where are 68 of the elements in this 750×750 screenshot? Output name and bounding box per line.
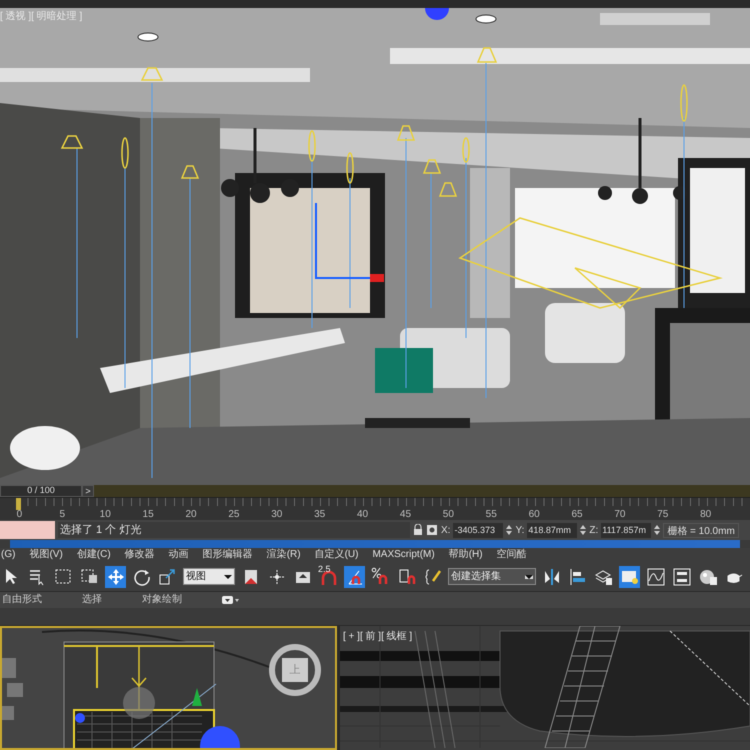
time-slider-track[interactable]: 0 / 100 > — [0, 485, 750, 497]
time-slider-thumb[interactable]: 0 / 100 — [0, 485, 82, 497]
menu-item[interactable]: 图形编辑器 — [202, 550, 253, 560]
frame-number: 60 — [528, 508, 541, 522]
frame-number: 50 — [442, 508, 455, 522]
frame-number: 75 — [656, 508, 670, 522]
lock-icon[interactable] — [413, 524, 423, 536]
spinner-icon[interactable] — [506, 524, 512, 536]
view-dropdown[interactable]: 视图 — [183, 568, 235, 585]
menu-item[interactable]: 创建(C) — [76, 550, 111, 560]
coordinate-label: Z: — [589, 524, 598, 538]
move-icon — [106, 566, 126, 586]
snap-button[interactable]: 2.5 — [318, 566, 339, 588]
frame-number: 5 — [58, 508, 66, 522]
schematic-view-button[interactable] — [671, 566, 692, 588]
frame-number: 20 — [184, 508, 198, 522]
next-frame-button[interactable]: > — [82, 485, 94, 497]
percent-snap-icon — [370, 566, 390, 586]
rectangle-selection-icon — [54, 566, 74, 586]
menu-item[interactable]: 动画 — [168, 550, 189, 560]
menu-item[interactable]: MAXScript(M) — [372, 550, 435, 560]
grid-size-field: 栅格 = 10.0mm — [663, 522, 739, 538]
frame-number: 40 — [356, 508, 370, 522]
spinner-snap-icon — [396, 566, 416, 586]
move-button[interactable] — [105, 566, 126, 588]
coordinate-label: Y: — [515, 524, 524, 538]
ribbon-options-icon[interactable] — [222, 595, 240, 605]
spinner-icon[interactable] — [580, 524, 586, 536]
frame-number: 35 — [313, 508, 326, 522]
status-message: 选择了 1 个 灯光 — [58, 522, 410, 538]
scene-explorer-button[interactable] — [619, 566, 640, 588]
spinner-icon[interactable] — [654, 524, 660, 536]
menu-item[interactable]: 视图(V) — [29, 550, 63, 560]
scale-icon — [158, 566, 178, 586]
curve-editor-button[interactable] — [645, 566, 666, 588]
frame-number: 25 — [227, 508, 240, 522]
schematic-view-icon — [672, 566, 692, 586]
align-icon — [568, 566, 588, 586]
coordinate-field[interactable]: 1117.857m — [601, 522, 652, 538]
ribbon-tab[interactable]: 自由形式 — [2, 595, 42, 605]
frame-number: 70 — [613, 508, 626, 522]
angle-snap-button[interactable] — [344, 566, 365, 588]
frame-number: 10 — [98, 508, 112, 522]
frame-number: 65 — [570, 508, 584, 522]
frame-number: 55 — [484, 508, 498, 522]
menu-item[interactable]: 自定义(U) — [314, 550, 358, 560]
frame-number: 80 — [699, 508, 712, 522]
selection-set-dropdown[interactable]: 创建选择集 — [448, 568, 536, 585]
menu-item[interactable]: 修改器 — [124, 550, 155, 560]
menu-item[interactable]: (G) — [1, 550, 16, 560]
frame-number: 30 — [270, 508, 284, 522]
menu-item[interactable]: 渲染(R) — [266, 550, 301, 560]
menu-item[interactable]: 帮助(H) — [448, 550, 483, 560]
coordinate-field[interactable]: -3405.373 — [453, 522, 504, 538]
ribbon-tab[interactable]: 对象绘制 — [142, 595, 182, 605]
coordinate-label: X: — [441, 524, 450, 538]
front-viewport[interactable]: [ + ][ 前 ][ 线框 ] — [340, 626, 750, 750]
keyframe-marker — [16, 498, 21, 510]
ribbon-tab[interactable]: 选择 — [82, 595, 102, 605]
coordinate-field[interactable]: 418.87mm — [527, 522, 578, 538]
curve-editor-icon — [646, 566, 666, 586]
viewport-label[interactable]: [ + ][ 前 ][ 线框 ] — [343, 629, 412, 644]
frame-number: 45 — [398, 508, 412, 522]
frame-number: 0 — [16, 508, 24, 522]
snap-value: 2.5 — [318, 564, 331, 574]
menu-item[interactable]: 空间酷 — [496, 550, 527, 560]
named-selection-icon — [422, 566, 442, 586]
frame-number: 15 — [142, 508, 155, 522]
